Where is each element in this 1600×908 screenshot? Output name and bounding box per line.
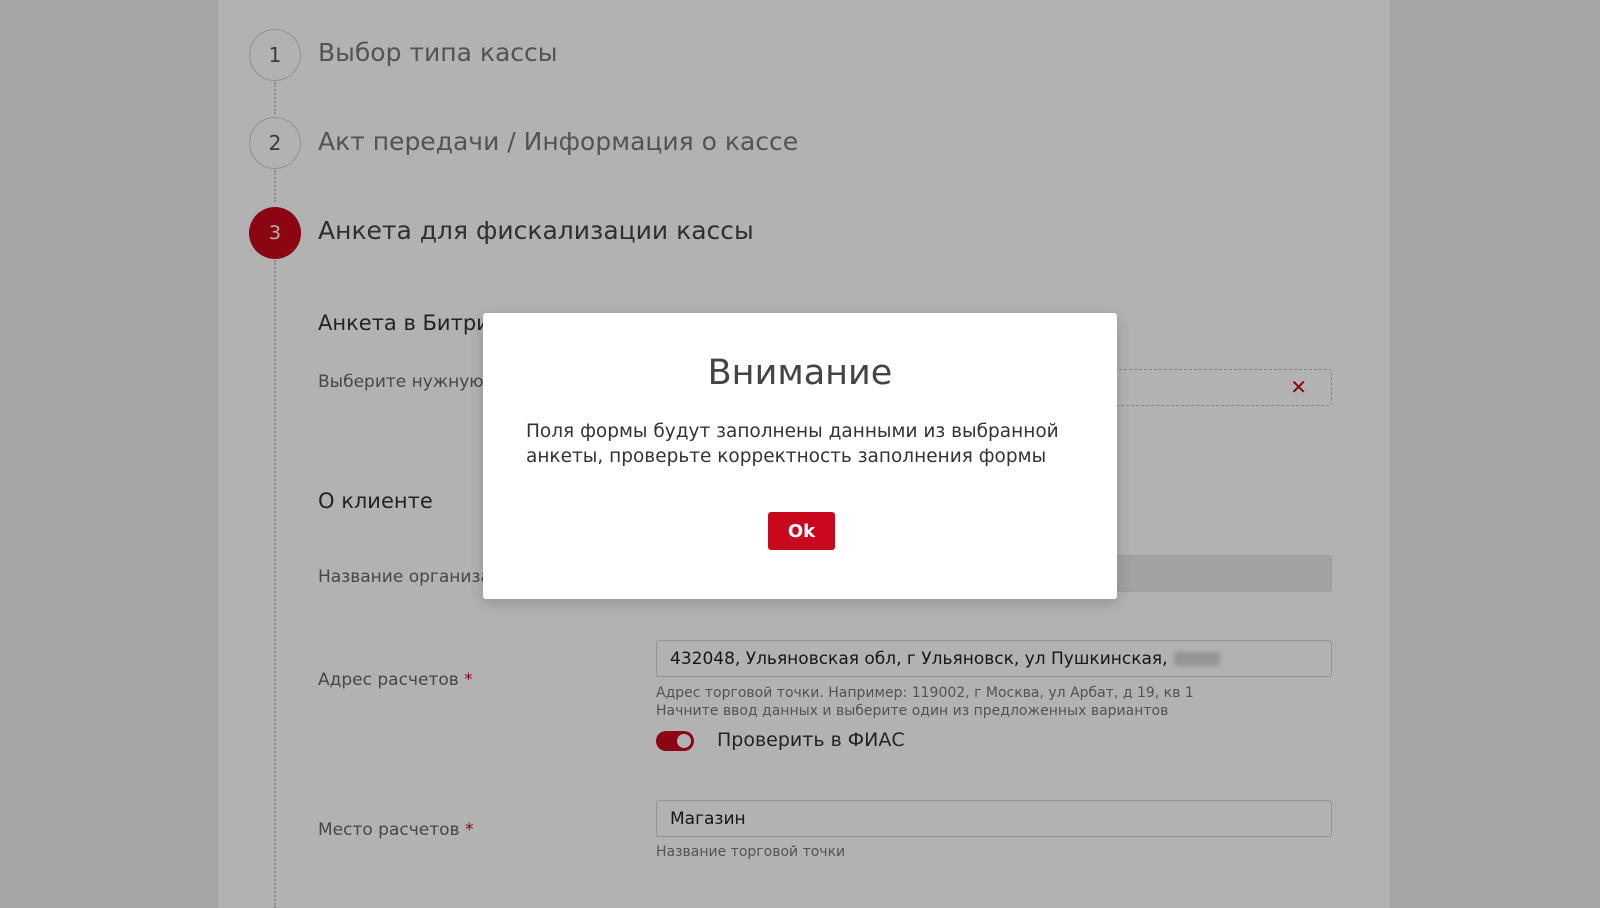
dialog-title: Внимание bbox=[707, 353, 893, 393]
dialog-message-line-1: Поля формы будут заполнены данными из вы… bbox=[526, 421, 1059, 442]
ok-button[interactable]: Ok bbox=[768, 512, 835, 550]
page: 1 Выбор типа кассы 2 Акт передачи / Инфо… bbox=[0, 0, 1600, 908]
dialog-message-line-2: анкеты, проверьте корректность заполнени… bbox=[526, 446, 1047, 467]
dialog-message: Поля формы будут заполнены данными из вы… bbox=[526, 419, 1086, 469]
attention-dialog: Внимание Поля формы будут заполнены данн… bbox=[483, 313, 1117, 599]
